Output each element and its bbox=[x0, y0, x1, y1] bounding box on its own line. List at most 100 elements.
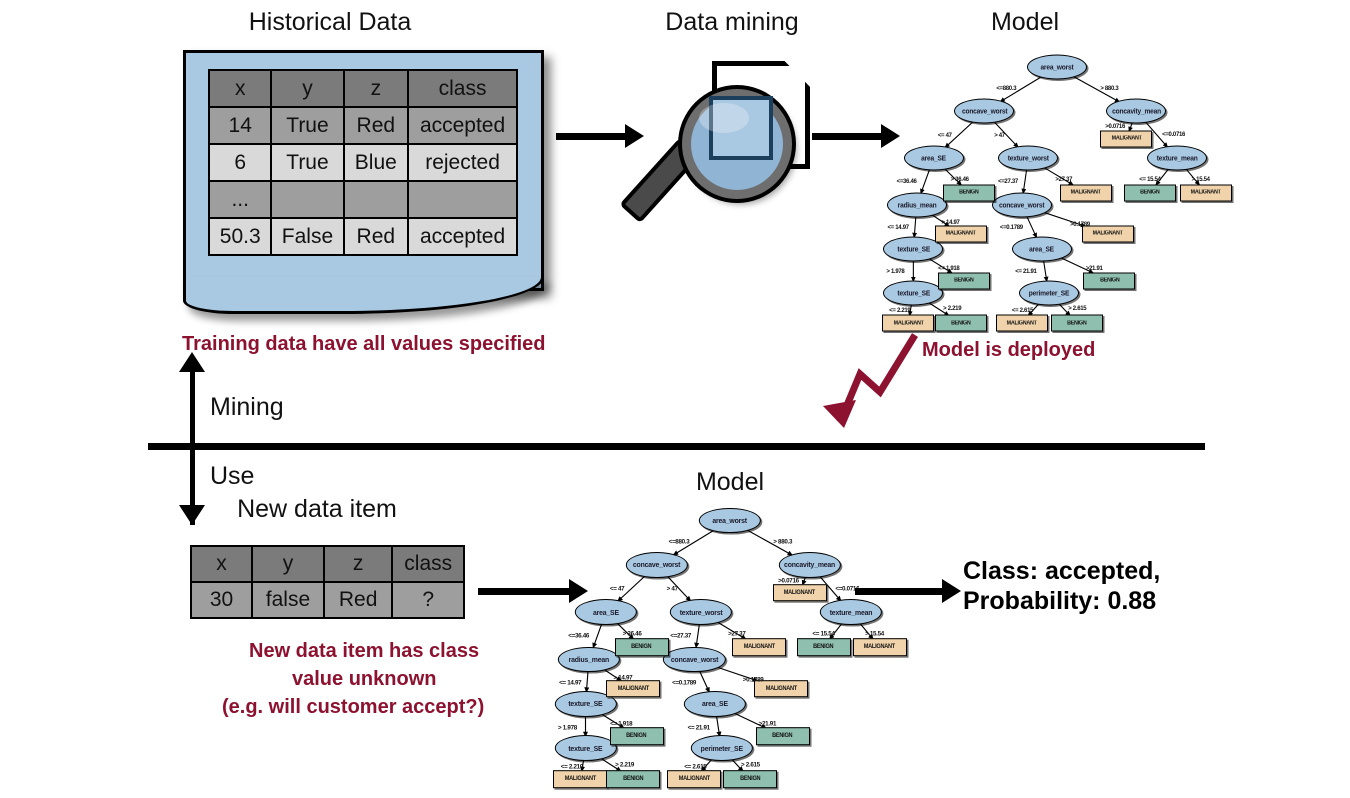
tree-edge-label: <=0.0716 bbox=[1162, 131, 1186, 138]
tree-edge-label: > 47 bbox=[666, 585, 678, 593]
table-header-row: x y z class bbox=[189, 545, 465, 583]
tree-edge-label: >0.1789 bbox=[1070, 221, 1090, 228]
tree-leaf: BENIGN bbox=[938, 272, 991, 289]
magnifying-glass-icon bbox=[619, 55, 840, 225]
tree-edge-label: <= 14.97 bbox=[559, 679, 582, 687]
tree-node-label: texture_SE bbox=[568, 699, 603, 709]
tree-node: concave_worst bbox=[991, 192, 1052, 218]
tree-node-label: radius_mean bbox=[568, 655, 610, 664]
tree-edge-label: <= 47 bbox=[937, 132, 952, 139]
table-cell: True bbox=[270, 106, 345, 145]
table-row: 6 True Blue rejected bbox=[207, 143, 518, 182]
tree-leaf: BENIGN bbox=[723, 770, 778, 788]
tree-node-label: concavity_mean bbox=[784, 560, 836, 570]
tree-node: concavity_mean bbox=[778, 552, 842, 578]
tree-edge bbox=[1021, 169, 1028, 195]
tree-leaf: BENIGN bbox=[1051, 314, 1104, 332]
tree-leaf: MALIGNANT bbox=[1179, 184, 1232, 201]
tree-leaf: MALIGNANT bbox=[553, 770, 608, 788]
mining-arrow-head-up bbox=[179, 352, 205, 372]
tree-edge bbox=[912, 216, 917, 239]
tree-leaf: MALIGNANT bbox=[995, 314, 1048, 332]
tree-node: concave_worst bbox=[625, 552, 689, 578]
tree-leaf: BENIGN bbox=[755, 727, 810, 745]
result-probability: Probability: 0.88 bbox=[963, 587, 1157, 615]
table-cell: rejected bbox=[407, 143, 518, 182]
tree-edge-label: >0.0716 bbox=[1105, 124, 1126, 131]
table-cell: False bbox=[270, 217, 345, 256]
tree-edge-label: <=880.3 bbox=[996, 85, 1017, 92]
tree-node-label: radius_mean bbox=[897, 200, 937, 210]
data-mining-heading: Data mining bbox=[665, 8, 799, 36]
tree-leaf: BENIGN bbox=[609, 727, 664, 745]
tree-edge bbox=[715, 715, 722, 738]
tree-edge-label: <= 15.54 bbox=[1139, 177, 1161, 184]
tree-leaf-label: MALIGNANT bbox=[863, 643, 896, 651]
tree-node: area_SE bbox=[574, 599, 638, 626]
mining-label: Mining bbox=[210, 393, 284, 421]
tree-leaf: MALIGNANT bbox=[731, 638, 786, 656]
column-header: y bbox=[251, 545, 325, 583]
tree-edge-label: > 1.978 bbox=[558, 724, 577, 732]
tree-leaf-label: MALIGNANT bbox=[564, 775, 597, 783]
tree-leaf: BENIGN bbox=[606, 770, 661, 788]
model-top-heading: Model bbox=[990, 8, 1060, 36]
tree-node: area_SE bbox=[683, 691, 746, 717]
tree-edge-label: <=0.1789 bbox=[999, 224, 1023, 231]
column-header: class bbox=[391, 545, 465, 583]
tree-node: texture_worst bbox=[998, 145, 1059, 171]
tree-leaf: BENIGN bbox=[614, 638, 669, 656]
tree-node-label: texture_worst bbox=[1007, 153, 1049, 163]
table-row: 30 false Red? bbox=[189, 581, 465, 619]
tree-edge-label: > 15.54 bbox=[1191, 177, 1210, 184]
tree-node: concavity_mean bbox=[1106, 98, 1167, 124]
tree-node-label: texture_SE bbox=[568, 743, 603, 753]
column-header: y bbox=[270, 69, 345, 108]
tree-leaf: BENIGN bbox=[943, 184, 996, 201]
tree-leaf-label: BENIGN bbox=[950, 320, 971, 327]
tree-node-label: texture_SE bbox=[896, 288, 930, 298]
table-cell: Red bbox=[322, 581, 394, 619]
tree-edge-label: > 36.46 bbox=[622, 630, 642, 638]
tree-leaf-label: MALIGNANT bbox=[617, 685, 649, 693]
tree-leaf-label: BENIGN bbox=[1140, 189, 1160, 196]
tree-leaf-label: MALIGNANT bbox=[1190, 189, 1221, 196]
tree-leaf-label: BENIGN bbox=[1099, 277, 1120, 284]
table-cell: false bbox=[251, 581, 325, 619]
tree-leaf-label: BENIGN bbox=[740, 775, 761, 783]
tree-edge-label: <= 15.54 bbox=[812, 630, 835, 638]
tree-edge bbox=[584, 671, 590, 693]
tree-node-label: concave_worst bbox=[670, 655, 719, 664]
table-cell: Blue bbox=[342, 143, 410, 182]
table-cell bbox=[270, 180, 345, 219]
tree-node: area_SE bbox=[903, 145, 964, 171]
paper-curl bbox=[183, 277, 544, 314]
tree-leaf: BENIGN bbox=[934, 314, 987, 332]
tree-edge-label: >21.91 bbox=[758, 720, 777, 728]
tree-edge-label: > 2.615 bbox=[740, 761, 760, 769]
tree-edge-label: > 880.3 bbox=[773, 538, 793, 546]
tree-leaf-label: BENIGN bbox=[631, 643, 652, 651]
tree-edge-label: >27.37 bbox=[1055, 177, 1073, 184]
tree-edge-label: <=880.3 bbox=[668, 538, 690, 546]
tree-edge-label: > 1.978 bbox=[886, 269, 905, 276]
new-item-annotation-line1: New data item has class bbox=[249, 640, 480, 662]
tree-leaf: MALIGNANT bbox=[667, 770, 722, 788]
tree-leaf-label: MALIGNANT bbox=[1092, 230, 1123, 237]
tree-node: texture_mean bbox=[819, 599, 882, 626]
tree-leaf-label: BENIGN bbox=[954, 277, 974, 284]
tree-edge-label: <=27.37 bbox=[670, 632, 692, 640]
tree-leaf: MALIGNANT bbox=[772, 583, 827, 602]
tree-edge-label: >21.91 bbox=[1085, 265, 1103, 272]
new-data-item-heading: New data item bbox=[237, 495, 397, 523]
tree-node: perimeter_SE bbox=[1018, 280, 1079, 306]
table-cell: accepted bbox=[407, 217, 518, 256]
tree-node-label: texture_mean bbox=[1156, 153, 1198, 163]
tree-node: area_worst bbox=[1027, 54, 1087, 80]
tree-node-label: area_SE bbox=[592, 607, 619, 617]
table-cell: Red bbox=[342, 217, 410, 256]
tree-edge-label: > 2.219 bbox=[943, 306, 962, 313]
tree-edge-label: > 2.219 bbox=[615, 761, 635, 769]
section-divider bbox=[148, 443, 1205, 450]
new-data-item-table: x y z class 30 false Red? bbox=[189, 545, 465, 619]
